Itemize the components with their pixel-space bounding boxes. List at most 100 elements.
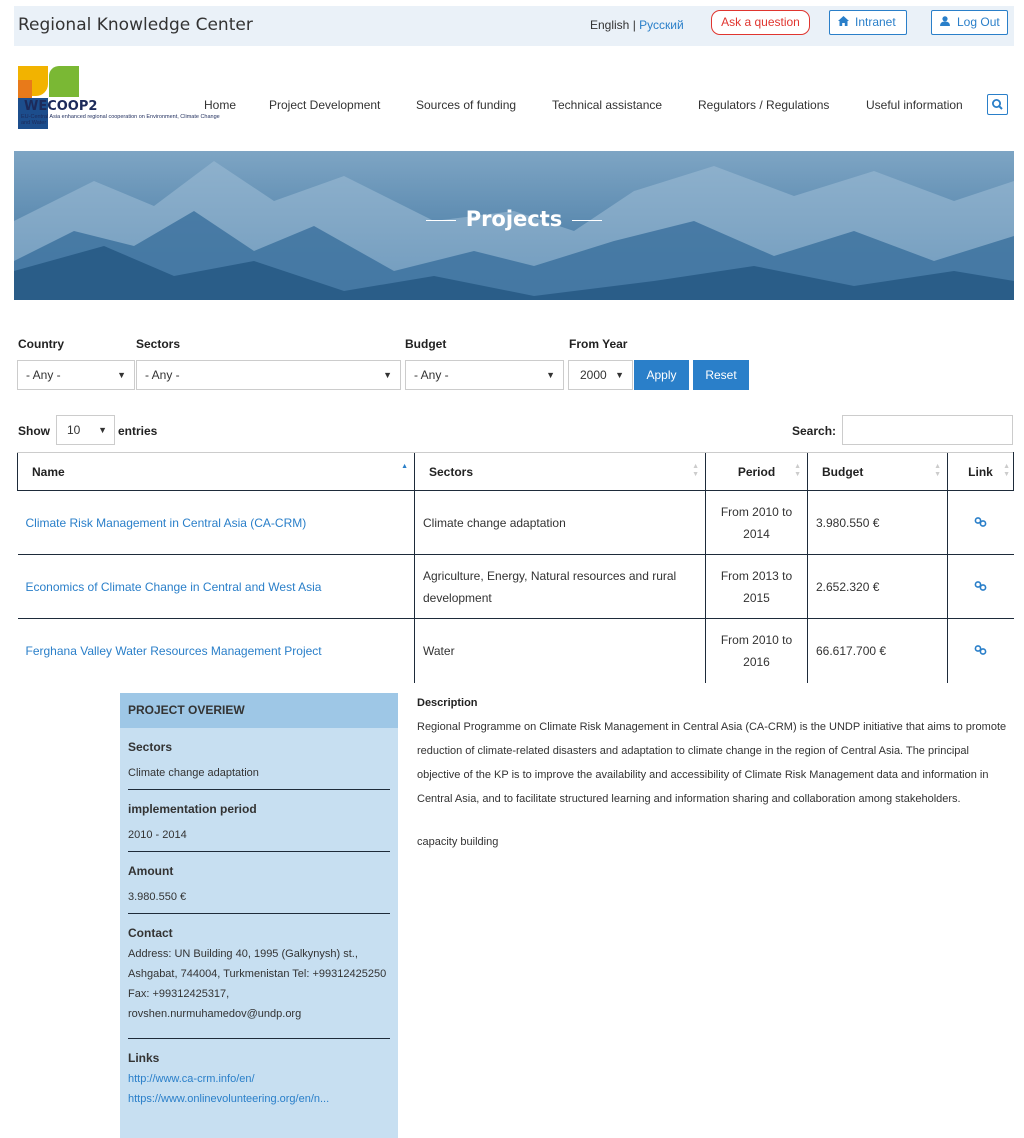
search-button[interactable] <box>987 94 1008 115</box>
from-year-select[interactable]: 2000 ▼ <box>568 360 633 390</box>
overview-contact-value: Address: UN Building 40, 1995 (Galkynysh… <box>128 948 387 1020</box>
column-header-budget[interactable]: Budget ▲ ▼ <box>807 452 948 491</box>
link-icon[interactable] <box>974 644 987 658</box>
cell-link <box>947 554 1014 619</box>
sectors-select[interactable]: - Any - ▼ <box>136 360 401 390</box>
link-icon[interactable] <box>974 580 987 594</box>
description-body: Regional Programme on Climate Risk Manag… <box>417 721 1007 805</box>
column-header-label: Period <box>737 464 776 479</box>
lang-separator: | <box>629 18 640 32</box>
logo-tagline: EU-Central Asia enhanced regional cooper… <box>21 114 220 126</box>
logo-green-shape <box>49 66 79 97</box>
column-header-label: Budget <box>822 464 864 479</box>
intranet-label: Intranet <box>855 15 896 29</box>
reset-button[interactable]: Reset <box>693 360 749 390</box>
wecoop-logo[interactable]: WECOOP2 EU-Central Asia enhanced regiona… <box>18 66 220 136</box>
table-row: Economics of Climate Change in Central a… <box>17 554 1014 619</box>
budget-select[interactable]: - Any - ▼ <box>405 360 564 390</box>
cell-period: From 2013 to 2015 <box>705 554 808 619</box>
overview-sectors-value: Climate change adaptation <box>128 767 259 779</box>
table-row: Ferghana Valley Water Resources Manageme… <box>18 618 1014 683</box>
logo-orange-shape <box>18 80 32 98</box>
user-icon <box>940 12 951 35</box>
column-header-link[interactable]: Link ▲ ▼ <box>947 452 1014 491</box>
description-title: Description <box>417 697 478 709</box>
logo-brand: WECOOP2 <box>24 99 98 114</box>
country-label: Country <box>18 337 64 351</box>
column-header-period[interactable]: Period ▲ ▼ <box>705 452 808 491</box>
column-header-label: Name <box>32 464 65 479</box>
nav-useful-information[interactable]: Useful information <box>866 98 963 112</box>
cell-budget: 3.980.550 € <box>807 490 948 555</box>
ask-question-button[interactable]: Ask a question <box>711 10 810 35</box>
cell-name: Ferghana Valley Water Resources Manageme… <box>18 619 415 683</box>
apply-button[interactable]: Apply <box>634 360 689 390</box>
sort-icon: ▲ ▼ <box>794 463 801 478</box>
overview-period-label: implementation period <box>128 802 257 816</box>
logout-button[interactable]: Log Out <box>931 10 1008 35</box>
nav-home[interactable]: Home <box>204 98 236 112</box>
table-header-row: Name ▲ Sectors ▲ ▼ Period ▲ ▼ Budget ▲ ▼ Link ▲ ▼ <box>17 452 1014 491</box>
page-title-text: Projects <box>465 207 563 231</box>
cell-link <box>947 618 1014 683</box>
description-extra: capacity building <box>417 836 499 848</box>
from-year-value: 2000 <box>580 368 607 382</box>
nav-regulators[interactable]: Regulators / Regulations <box>698 98 829 112</box>
project-link[interactable]: Ferghana Valley Water Resources Manageme… <box>26 644 322 658</box>
cell-budget: 66.617.700 € <box>807 618 948 683</box>
nav-technical-assistance[interactable]: Technical assistance <box>552 98 662 112</box>
entries-label: entries <box>118 424 158 438</box>
cell-sectors: Agriculture, Energy, Natural resources a… <box>414 554 706 619</box>
cell-sectors: Water <box>414 618 706 683</box>
overview-link[interactable]: http://www.ca-crm.info/en/ <box>128 1069 390 1089</box>
overview-period-value: 2010 - 2014 <box>128 829 187 841</box>
divider <box>128 789 390 790</box>
sort-asc-icon: ▲ <box>401 463 408 470</box>
column-header-label: Sectors <box>429 464 474 479</box>
chevron-down-icon: ▼ <box>546 370 555 380</box>
project-link[interactable]: Climate Risk Management in Central Asia … <box>26 516 307 530</box>
lang-russian[interactable]: Русский <box>639 18 684 32</box>
chevron-down-icon: ▼ <box>98 425 107 435</box>
column-header-label: Link <box>968 464 993 479</box>
table-row: Climate Risk Management in Central Asia … <box>17 490 1014 555</box>
sectors-select-value: - Any - <box>145 368 180 382</box>
table-search-input[interactable] <box>842 415 1013 445</box>
overview-contact-label: Contact <box>128 926 173 940</box>
language-switcher: English | Русский <box>590 18 684 32</box>
search-icon <box>992 99 1003 110</box>
page-title: Projects <box>14 207 1014 231</box>
intranet-button[interactable]: Intranet <box>829 10 907 35</box>
top-bar: Regional Knowledge Center English | Русс… <box>14 6 1014 46</box>
page-banner: Projects <box>14 151 1014 300</box>
cell-link <box>947 490 1014 555</box>
overview-amount-value: 3.980.550 € <box>128 891 187 903</box>
chevron-down-icon: ▼ <box>117 370 126 380</box>
budget-label: Budget <box>405 337 447 351</box>
nav-project-development[interactable]: Project Development <box>269 98 380 112</box>
sort-icon: ▲ ▼ <box>1003 463 1010 478</box>
budget-select-value: - Any - <box>414 368 449 382</box>
overview-title: PROJECT OVERIEW <box>120 693 398 728</box>
show-label: Show <box>18 424 50 438</box>
column-header-name[interactable]: Name ▲ <box>17 452 415 491</box>
column-header-sectors[interactable]: Sectors ▲ ▼ <box>414 452 706 491</box>
country-select[interactable]: - Any - ▼ <box>17 360 135 390</box>
cell-period: From 2010 to 2016 <box>705 618 808 683</box>
project-link[interactable]: Economics of Climate Change in Central a… <box>26 580 322 594</box>
entries-length-select[interactable]: 10 ▼ <box>56 415 115 445</box>
search-label: Search: <box>792 424 837 438</box>
cell-budget: 2.652.320 € <box>807 554 948 619</box>
lang-english[interactable]: English <box>590 18 629 32</box>
cell-name: Economics of Climate Change in Central a… <box>17 554 415 619</box>
site-title[interactable]: Regional Knowledge Center <box>18 15 253 35</box>
overview-link[interactable]: https://www.onlinevolunteering.org/en/n.… <box>128 1089 390 1109</box>
entries-length-value: 10 <box>67 423 81 437</box>
nav-sources-of-funding[interactable]: Sources of funding <box>416 98 516 112</box>
link-icon[interactable] <box>974 516 987 530</box>
sort-icon: ▲ ▼ <box>692 463 699 478</box>
chevron-down-icon: ▼ <box>615 370 624 380</box>
chevron-down-icon: ▼ <box>383 370 392 380</box>
overview-sectors-label: Sectors <box>128 740 173 754</box>
sectors-label: Sectors <box>136 337 181 351</box>
